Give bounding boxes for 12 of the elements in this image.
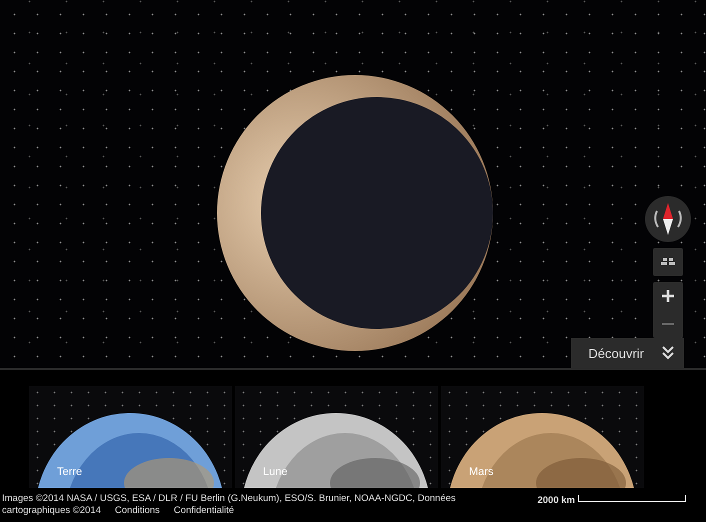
attribution-text: Images ©2014 NASA / USGS, ESA / DLR / FU Berlin (G.Neukum), ESO/S. Brunier, NOAA-NGDC, Données	[2, 493, 456, 505]
footer-link[interactable]: Conditions	[114, 505, 160, 517]
compass-button[interactable]	[645, 196, 691, 242]
plus-icon	[662, 290, 674, 302]
attribution-text: cartographiques ©2014	[2, 505, 101, 517]
scale-label: 2000 km	[537, 495, 575, 506]
discover-button[interactable]: Découvrir	[571, 338, 684, 368]
tilt-icon	[661, 258, 675, 266]
footer-link[interactable]: Confidentialité	[174, 505, 234, 517]
minus-icon	[662, 322, 674, 326]
double-chevron-icon	[662, 346, 674, 360]
tilt-button[interactable]	[653, 248, 683, 276]
